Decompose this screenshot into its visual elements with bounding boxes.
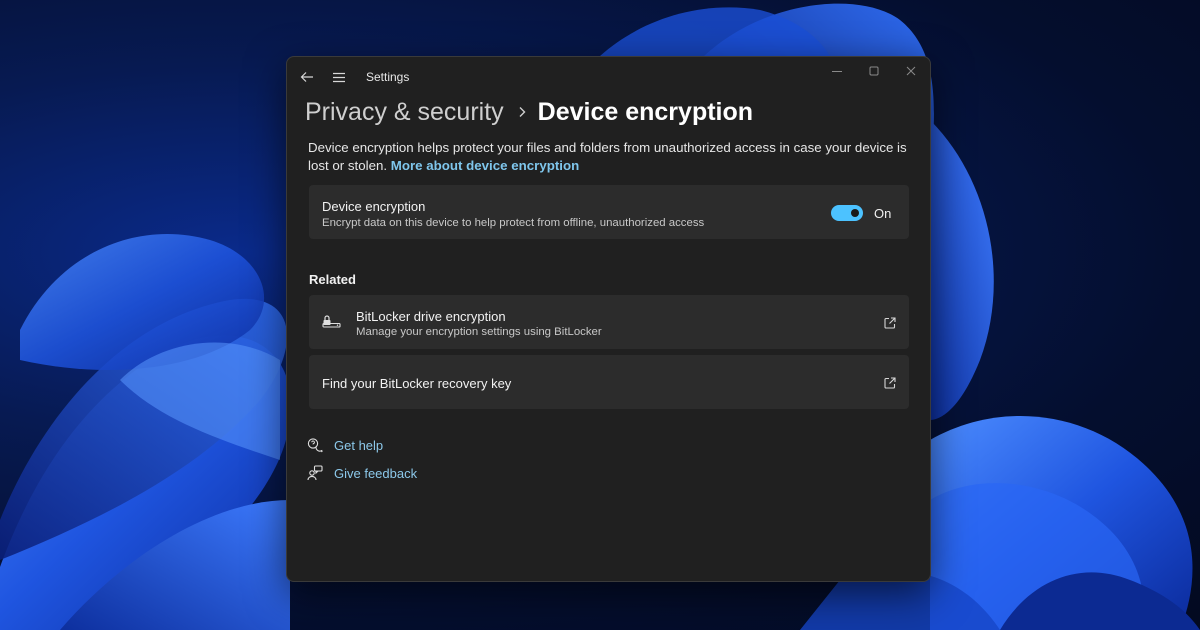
bitlocker-drive-encryption-card[interactable]: BitLocker drive encryption Manage your e… <box>309 295 909 349</box>
chevron-right-icon <box>518 106 526 118</box>
give-feedback-link[interactable]: Give feedback <box>307 465 417 481</box>
device-encryption-toggle[interactable] <box>831 205 863 221</box>
device-encryption-card: Device encryption Encrypt data on this d… <box>309 185 909 239</box>
device-encryption-title: Device encryption <box>322 199 426 214</box>
learn-more-link[interactable]: More about device encryption <box>391 158 579 173</box>
get-help-label: Get help <box>334 437 384 453</box>
minimize-icon[interactable] <box>819 61 855 81</box>
give-feedback-label: Give feedback <box>334 465 418 481</box>
bitlocker-description: Manage your encryption settings using Bi… <box>356 326 602 338</box>
open-external-icon[interactable] <box>884 376 896 389</box>
get-help-link[interactable]: Get help <box>307 437 383 453</box>
open-external-icon[interactable] <box>884 316 896 329</box>
help-chat-icon <box>307 437 323 453</box>
close-icon[interactable] <box>893 61 929 81</box>
back-arrow-icon[interactable] <box>299 69 315 85</box>
bitlocker-key-icon <box>322 313 342 331</box>
related-heading: Related <box>309 272 356 287</box>
intro-paragraph: Device encryption helps protect your fil… <box>308 139 908 175</box>
title-bar: Settings <box>287 57 930 95</box>
feedback-person-icon <box>307 465 323 481</box>
breadcrumb-parent[interactable]: Privacy & security <box>305 98 504 127</box>
toggle-knob <box>851 209 859 217</box>
recovery-key-card[interactable]: Find your BitLocker recovery key <box>309 355 909 409</box>
window-title: Settings <box>366 70 410 84</box>
recovery-key-title: Find your BitLocker recovery key <box>322 376 512 391</box>
toggle-state-label: On <box>874 206 892 221</box>
maximize-icon[interactable] <box>856 61 892 81</box>
device-encryption-description: Encrypt data on this device to help prot… <box>322 217 705 229</box>
settings-window: Settings Privacy & security Device encry… <box>286 56 931 582</box>
breadcrumb: Privacy & security Device encryption <box>305 95 753 129</box>
page-title: Device encryption <box>537 97 754 126</box>
hamburger-menu-icon[interactable] <box>331 69 347 85</box>
bitlocker-title: BitLocker drive encryption <box>356 309 506 324</box>
